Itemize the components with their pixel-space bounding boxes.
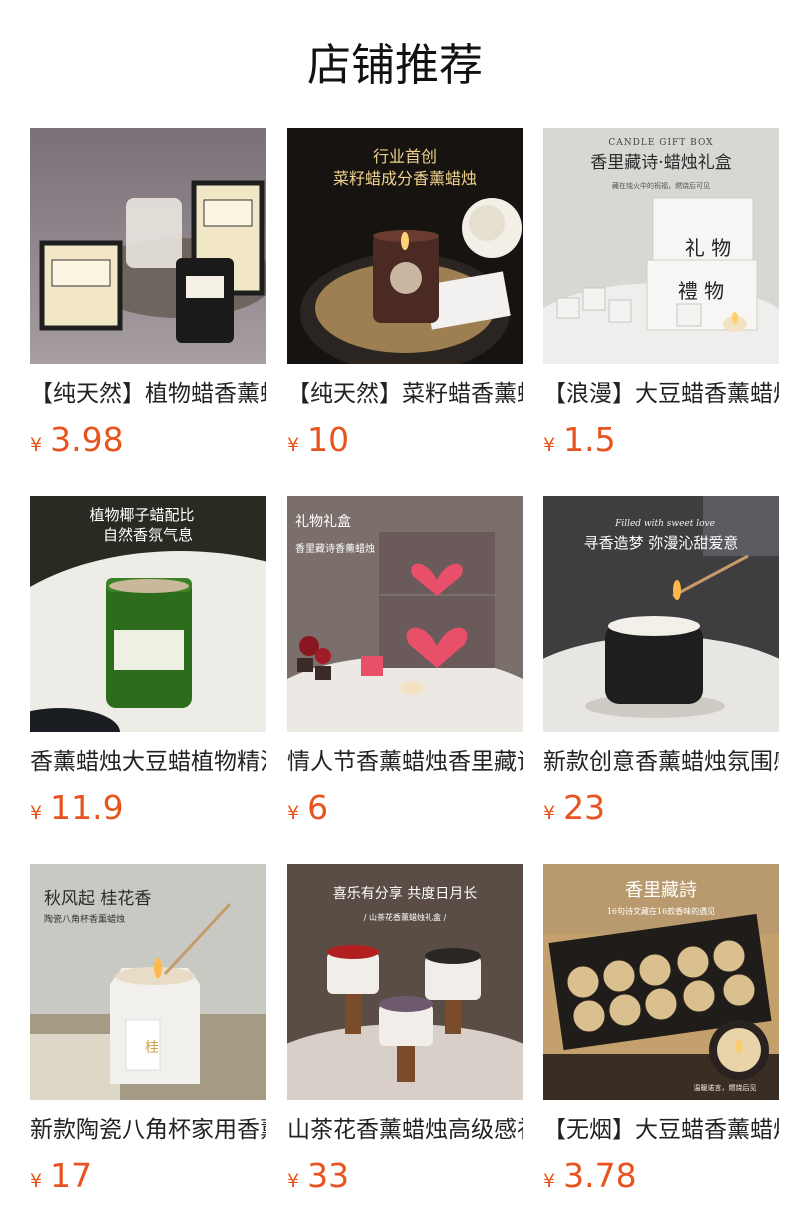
product-image[interactable]: 植物椰子蜡配比 自然香氛气息 bbox=[30, 496, 266, 732]
overlay-line-1: 秋风起 桂花香 bbox=[44, 889, 151, 909]
box-text-2: 禮 物 bbox=[678, 279, 724, 303]
product-image[interactable]: 行业首创 菜籽蜡成分香薰蜡烛 bbox=[287, 128, 523, 364]
price-value: 6 bbox=[307, 788, 329, 827]
price-value: 3.98 bbox=[50, 420, 124, 459]
overlay-line-2: 自然香氛气息 bbox=[103, 526, 193, 544]
price-value: 23 bbox=[563, 788, 606, 827]
product-price: ¥33 bbox=[287, 1156, 349, 1196]
product-card[interactable]: 秋风起 桂花香 陶瓷八角杯香薰蜡烛 桂 新款陶瓷八角杯家用香薰 ¥17 bbox=[30, 864, 266, 1204]
product-price: ¥3.98 bbox=[30, 420, 124, 460]
overlay-small: CANDLE GIFT BOX bbox=[608, 138, 713, 148]
overlay-line-1: 香里藏詩 bbox=[625, 880, 697, 901]
cup-text: 桂 bbox=[145, 1040, 159, 1056]
overlay-line-2: 菜籽蜡成分香薰蜡烛 bbox=[333, 169, 477, 188]
overlay-line-2: 16句诗文藏在16款香味的遇见 bbox=[607, 906, 715, 916]
price-value: 33 bbox=[307, 1156, 350, 1195]
product-card[interactable]: 植物椰子蜡配比 自然香氛气息 香薰蜡烛大豆蜡植物精油 ¥11.9 bbox=[30, 496, 266, 836]
currency-symbol: ¥ bbox=[30, 802, 43, 824]
overlay-line-1: 礼物礼盒 bbox=[295, 513, 351, 530]
page-title: 店铺推荐 bbox=[307, 40, 483, 91]
product-name[interactable]: 新款陶瓷八角杯家用香薰 bbox=[30, 1112, 266, 1148]
currency-symbol: ¥ bbox=[287, 802, 300, 824]
product-image[interactable]: CANDLE GIFT BOX 香里藏诗·蜡烛礼盒 藏在烛火中的祝福，燃烧后可见… bbox=[543, 128, 779, 364]
overlay-line-2: 陶瓷八角杯香薰蜡烛 bbox=[44, 913, 125, 925]
currency-symbol: ¥ bbox=[543, 1170, 556, 1192]
overlay-line-1: 香里藏诗·蜡烛礼盒 bbox=[590, 153, 731, 173]
product-card[interactable]: CANDLE GIFT BOX 香里藏诗·蜡烛礼盒 藏在烛火中的祝福，燃烧后可见… bbox=[543, 128, 779, 468]
product-price: ¥10 bbox=[287, 420, 349, 460]
price-value: 10 bbox=[307, 420, 350, 459]
product-image[interactable]: 喜乐有分享 共度日月长 / 山茶花香薰蜡烛礼盒 / bbox=[287, 864, 523, 1100]
currency-symbol: ¥ bbox=[30, 434, 43, 456]
product-card[interactable]: 香里藏詩 16句诗文藏在16款香味的遇见 温暖诺言，燃烧后见 【无烟】大豆蜡香薰… bbox=[543, 864, 779, 1204]
product-price: ¥6 bbox=[287, 788, 328, 828]
product-image[interactable] bbox=[30, 128, 266, 364]
product-name[interactable]: 【纯天然】菜籽蜡香薰蜡烛 bbox=[287, 376, 523, 412]
product-price: ¥3.78 bbox=[543, 1156, 637, 1196]
product-price: ¥17 bbox=[30, 1156, 92, 1196]
overlay-line-1: 喜乐有分享 共度日月长 bbox=[333, 885, 477, 902]
currency-symbol: ¥ bbox=[543, 802, 556, 824]
product-name[interactable]: 情人节香薰蜡烛香里藏诗 bbox=[287, 744, 523, 780]
overlay-line-1: 寻香造梦 弥漫沁甜爱意 bbox=[584, 534, 739, 552]
product-price: ¥11.9 bbox=[30, 788, 124, 828]
product-image[interactable]: 礼物礼盒 香里藏诗香薰蜡烛 bbox=[287, 496, 523, 732]
price-value: 1.5 bbox=[563, 420, 616, 459]
price-value: 11.9 bbox=[50, 788, 124, 827]
product-name[interactable]: 山茶花香薰蜡烛高级感礼盒 bbox=[287, 1112, 523, 1148]
currency-symbol: ¥ bbox=[543, 434, 556, 456]
currency-symbol: ¥ bbox=[30, 1170, 43, 1192]
product-card[interactable]: Filled with sweet love 寻香造梦 弥漫沁甜爱意 新款创意香… bbox=[543, 496, 779, 836]
overlay-line-2: 香里藏诗香薰蜡烛 bbox=[295, 542, 375, 555]
product-card[interactable]: 行业首创 菜籽蜡成分香薰蜡烛 【纯天然】菜籽蜡香薰蜡烛 ¥10 bbox=[287, 128, 523, 468]
box-text-1: 礼 物 bbox=[685, 236, 731, 260]
product-name[interactable]: 【无烟】大豆蜡香薰蜡烛 bbox=[543, 1112, 779, 1148]
overlay-line-3: 温暖诺言，燃烧后见 bbox=[694, 1083, 757, 1092]
currency-symbol: ¥ bbox=[287, 434, 300, 456]
price-value: 3.78 bbox=[563, 1156, 637, 1195]
product-name[interactable]: 【浪漫】大豆蜡香薰蜡烛礼盒 bbox=[543, 376, 779, 412]
product-image[interactable]: Filled with sweet love 寻香造梦 弥漫沁甜爱意 bbox=[543, 496, 779, 732]
overlay-line-1: 植物椰子蜡配比 bbox=[89, 506, 194, 524]
product-image[interactable]: 香里藏詩 16句诗文藏在16款香味的遇见 温暖诺言，燃烧后见 bbox=[543, 864, 779, 1100]
currency-symbol: ¥ bbox=[287, 1170, 300, 1192]
overlay-line-2: / 山茶花香薰蜡烛礼盒 / bbox=[364, 912, 447, 922]
product-card[interactable]: 喜乐有分享 共度日月长 / 山茶花香薰蜡烛礼盒 / 山茶花香薰蜡烛高级感礼盒 ¥… bbox=[287, 864, 523, 1204]
product-image[interactable]: 秋风起 桂花香 陶瓷八角杯香薰蜡烛 桂 bbox=[30, 864, 266, 1100]
product-card[interactable]: 【纯天然】植物蜡香薰蜡烛 ¥3.98 bbox=[30, 128, 266, 468]
product-name[interactable]: 新款创意香薰蜡烛氛围感 bbox=[543, 744, 779, 780]
product-name[interactable]: 【纯天然】植物蜡香薰蜡烛 bbox=[30, 376, 266, 412]
product-price: ¥1.5 bbox=[543, 420, 616, 460]
price-value: 17 bbox=[50, 1156, 93, 1195]
overlay-small: Filled with sweet love bbox=[614, 519, 715, 529]
product-card[interactable]: 礼物礼盒 香里藏诗香薰蜡烛 情人节香薰蜡烛香里藏诗 ¥6 bbox=[287, 496, 523, 836]
overlay-line-1: 行业首创 bbox=[373, 147, 437, 166]
product-name[interactable]: 香薰蜡烛大豆蜡植物精油 bbox=[30, 744, 266, 780]
overlay-line-2: 藏在烛火中的祝福，燃烧后可见 bbox=[612, 181, 710, 190]
product-price: ¥23 bbox=[543, 788, 605, 828]
